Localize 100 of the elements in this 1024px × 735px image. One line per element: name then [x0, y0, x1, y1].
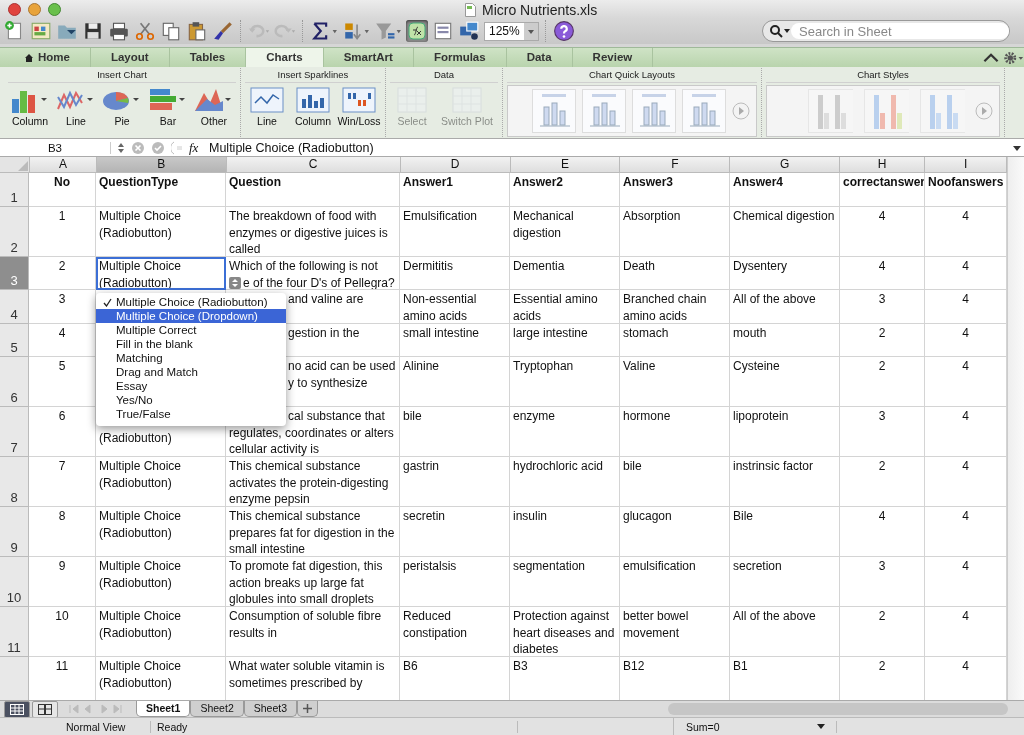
- column-header[interactable]: G: [730, 157, 841, 173]
- column-header[interactable]: B: [96, 157, 227, 173]
- cell-text: glucagon: [623, 508, 672, 525]
- cell-text: 4: [962, 358, 969, 375]
- column-header[interactable]: A: [29, 157, 97, 173]
- cell-text: hydrochloric acid: [513, 458, 604, 475]
- cell-text: Multiple Choice (Radiobutton): [99, 458, 182, 492]
- cell-text: No: [54, 174, 70, 191]
- cell-text: Dementia: [513, 258, 565, 275]
- cell-text: 9: [58, 558, 66, 575]
- cell-text: 4: [962, 458, 969, 475]
- cell-text: Bile: [733, 508, 753, 525]
- row-header[interactable]: 2: [0, 207, 29, 257]
- sheet-tab[interactable]: Sheet2: [190, 701, 244, 717]
- name-box[interactable]: B3: [0, 141, 111, 154]
- cell-text: 3: [878, 558, 886, 575]
- cell-text: Dysentery: [733, 258, 788, 275]
- search-field[interactable]: Search in Sheet: [762, 20, 1010, 43]
- cell-text: no acid can be used y to synthesize: [288, 358, 396, 392]
- cell-text: 4: [962, 408, 969, 425]
- menu-item[interactable]: Essay: [96, 379, 286, 393]
- menu-item[interactable]: Fill in the blank: [96, 337, 286, 351]
- cell-text: 8: [58, 508, 66, 525]
- cell-text: 2: [878, 458, 886, 475]
- column-header[interactable]: F: [620, 157, 731, 173]
- cell-text: B12: [623, 658, 645, 675]
- column-header[interactable]: D: [400, 157, 511, 173]
- cell-text: small intestine: [403, 325, 480, 342]
- menu-item[interactable]: Drag and Match: [96, 365, 286, 379]
- cell-text: secretin: [403, 508, 446, 525]
- row-header[interactable]: 4: [0, 290, 29, 324]
- column-header[interactable]: E: [510, 157, 621, 173]
- cell-text: instrinsic factor: [733, 458, 814, 475]
- cell-text: 2: [878, 358, 886, 375]
- row-header[interactable]: 6: [0, 357, 29, 407]
- row-header[interactable]: 10: [0, 557, 29, 607]
- sum-dropdown[interactable]: Sum=0: [674, 720, 837, 733]
- cell-text: Which of the following is not: [229, 258, 378, 275]
- column-header[interactable]: H: [840, 157, 926, 173]
- ribbon-button[interactable]: Win/Loss: [337, 85, 381, 128]
- column-header[interactable]: C: [226, 157, 401, 173]
- cell-text: 11: [55, 658, 69, 675]
- zoom-field[interactable]: 125%: [484, 21, 539, 41]
- sheet-tab[interactable]: Sheet3: [243, 701, 297, 717]
- menu-item[interactable]: Multiple Choice (Radiobutton): [96, 295, 286, 309]
- cell-text: Tryptophan: [513, 358, 574, 375]
- cell-text: (Radiobutton): [99, 430, 172, 447]
- row-header[interactable]: 8: [0, 457, 29, 507]
- row-header[interactable]: 11: [0, 607, 29, 657]
- cell-text: peristalsis: [403, 558, 457, 575]
- cell-text: insulin: [513, 508, 548, 525]
- row-header[interactable]: 5: [0, 324, 29, 357]
- menu-item[interactable]: Multiple Correct: [96, 323, 286, 337]
- cell-text: 6: [58, 408, 66, 425]
- cell-text: 4: [962, 558, 969, 575]
- ribbon-button[interactable]: Pie: [100, 85, 144, 128]
- window-title: Micro Nutrients.xls: [482, 2, 598, 18]
- column-header[interactable]: I: [925, 157, 1007, 173]
- cell-text: 4: [962, 608, 969, 625]
- cell-text: 3: [58, 291, 66, 308]
- menu-item[interactable]: Yes/No: [96, 393, 286, 407]
- cell-text: Valine: [623, 358, 656, 375]
- cell-text: Answer2: [513, 174, 564, 191]
- row-header[interactable]: 7: [0, 407, 29, 457]
- cell-text: 10: [55, 608, 69, 625]
- cell-text: 1: [58, 208, 66, 225]
- cell-text: The breakdown of food with enzymes or digestive juices is called: [229, 208, 388, 256]
- function-button[interactable]: fx: [189, 139, 203, 156]
- cell-text: 4: [878, 508, 886, 525]
- cell-text: bile: [623, 458, 642, 475]
- row-header[interactable]: 1: [0, 173, 29, 207]
- menu-item[interactable]: Multiple Choice (Dropdown): [96, 309, 286, 323]
- cell-text: Answer1: [403, 174, 454, 191]
- cell-text: 4: [878, 208, 886, 225]
- menu-item[interactable]: True/False: [96, 407, 286, 421]
- row-header[interactable]: 9: [0, 507, 29, 557]
- ribbon-tab[interactable]: Charts: [246, 48, 324, 68]
- cell-text: Protection against heart diseases and diabetes: [513, 608, 615, 656]
- ribbon-button[interactable]: Other: [192, 85, 236, 128]
- ribbon-button[interactable]: Bar: [146, 85, 190, 128]
- cell-text: gestion in the: [288, 325, 360, 342]
- cell-text: cal substance that: [288, 408, 385, 425]
- cell-text: Question: [229, 174, 281, 191]
- formula-field[interactable]: Multiple Choice (Radiobutton): [209, 140, 1004, 155]
- sheet-tab[interactable]: Sheet1: [136, 701, 191, 717]
- cell-text: To promote fat digestion, this action breaks up large fat globules into small droplets: [229, 558, 383, 606]
- ribbon-button[interactable]: Line: [54, 85, 98, 128]
- ribbon-button[interactable]: Line: [245, 85, 289, 128]
- cell-text: Consumption of soluble fibre results in: [229, 608, 382, 642]
- cell-text: hormone: [623, 408, 671, 425]
- cell-text: 4: [962, 258, 969, 275]
- ribbon-button[interactable]: Column: [8, 85, 52, 128]
- cell-text: 7: [58, 458, 66, 475]
- cell-text: All of the above: [733, 291, 816, 308]
- menu-item[interactable]: Matching: [96, 351, 286, 365]
- cell-text: stomach: [623, 325, 669, 342]
- cell-text: 2: [58, 258, 66, 275]
- cell-text: Alinine: [403, 358, 440, 375]
- ribbon-button[interactable]: Column: [291, 85, 335, 128]
- cell-text: Mechanical digestion: [513, 208, 574, 242]
